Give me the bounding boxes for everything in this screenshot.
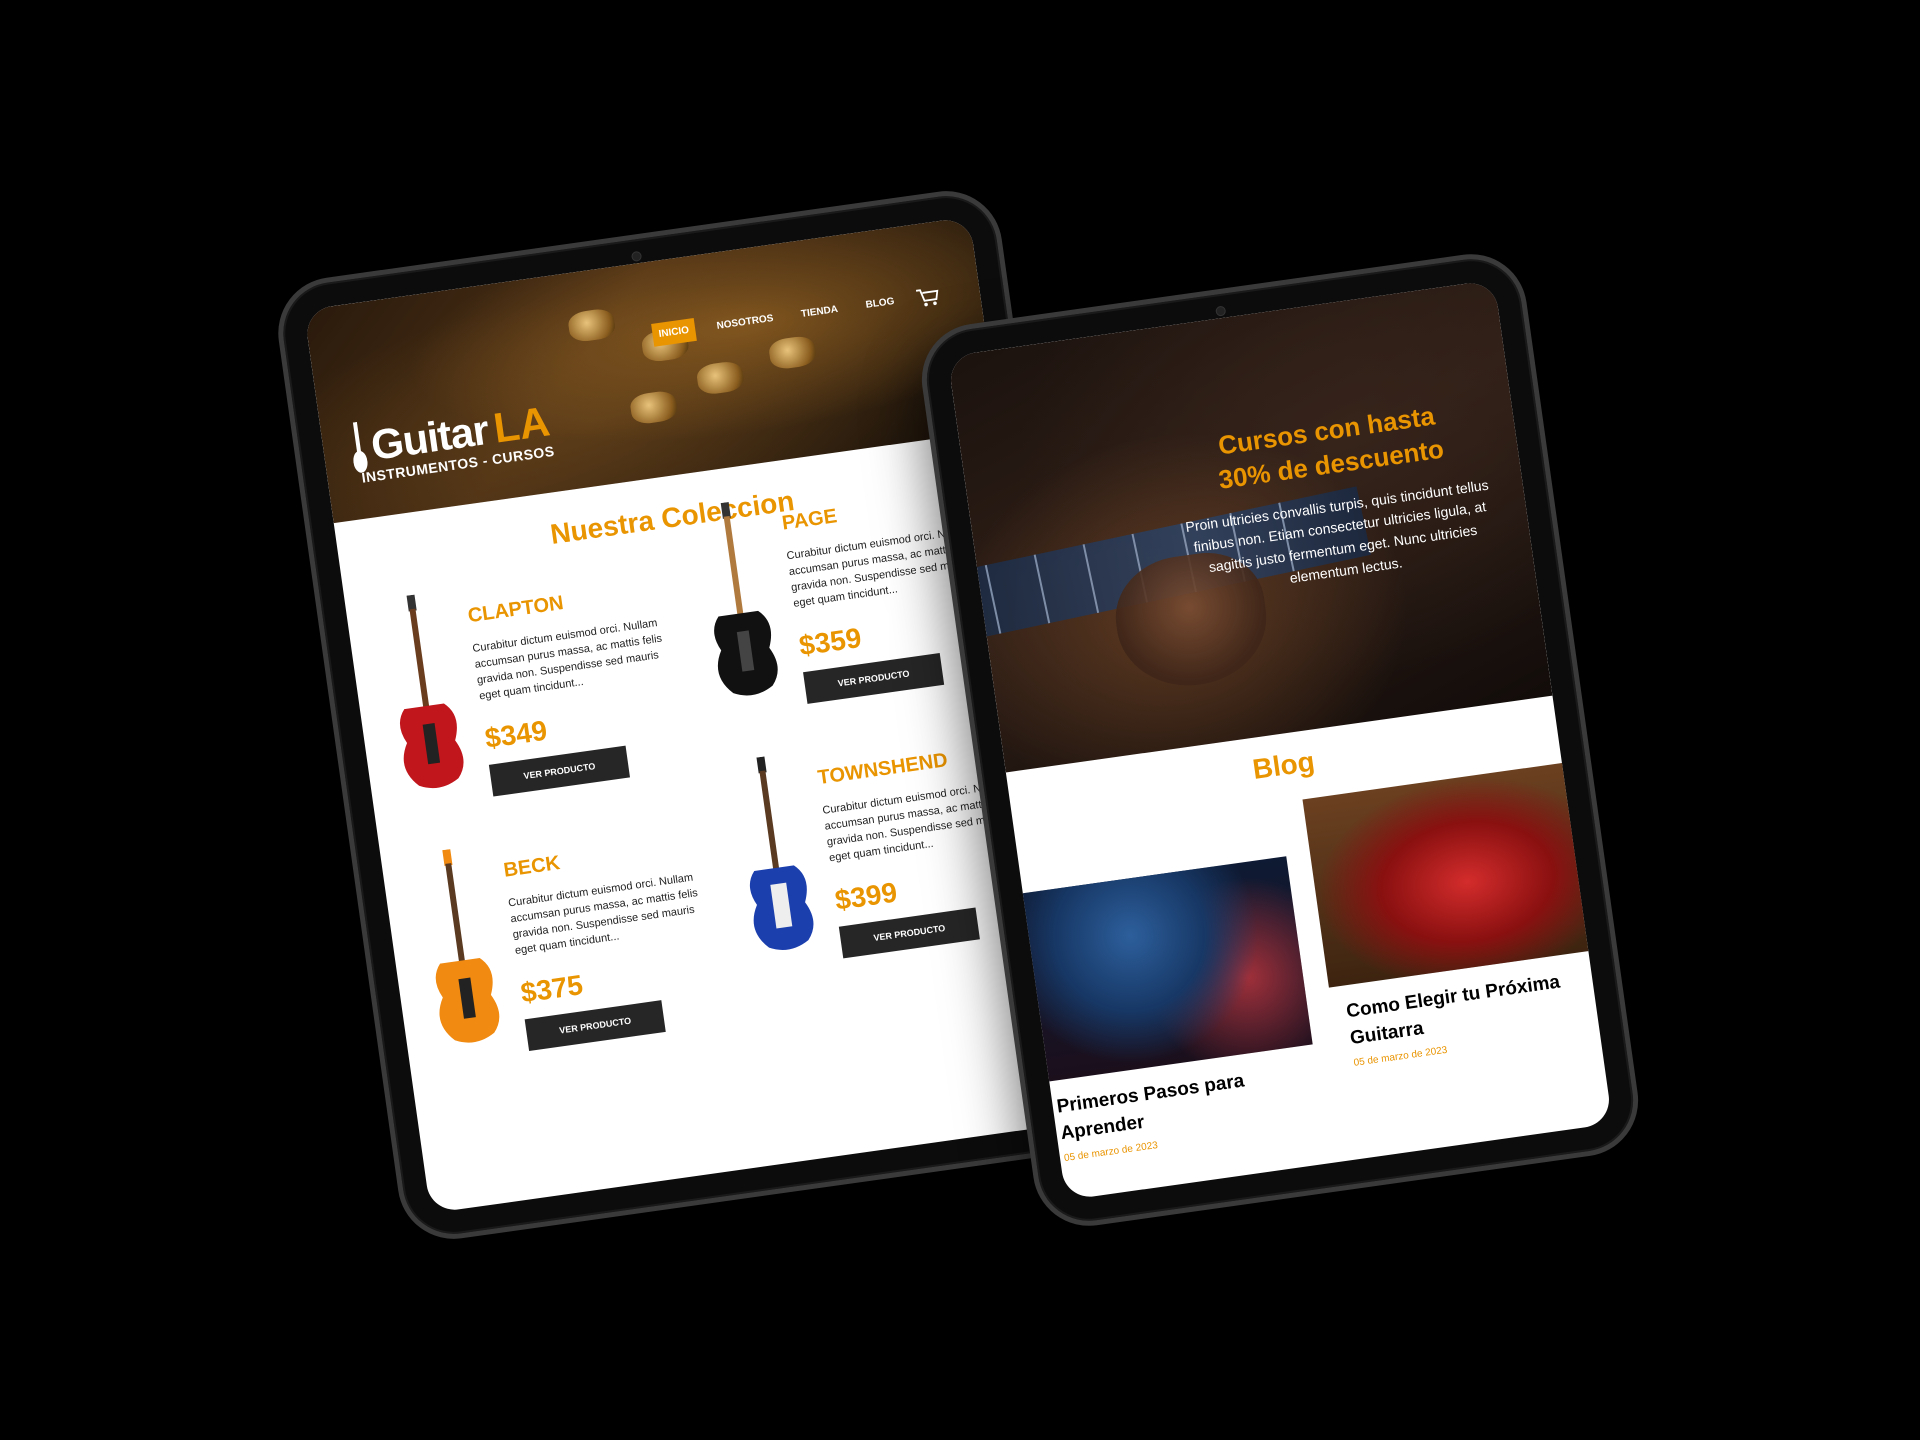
product-description: Curabitur dictum euismod orci. Nullam ac… — [471, 617, 663, 703]
view-product-button[interactable]: VER PRODUCTO — [803, 652, 945, 704]
view-product-button[interactable]: VER PRODUCTO — [524, 999, 666, 1051]
product-description: Curabitur dictum euismod orci. Nullam ac… — [507, 871, 699, 957]
logo[interactable]: Guitar LA INSTRUMENTOS - CURSOS — [348, 395, 556, 486]
guitar-logo-icon — [352, 421, 368, 473]
blog-post-image[interactable] — [1012, 856, 1313, 1083]
view-product-button[interactable]: VER PRODUCTO — [488, 745, 630, 797]
nav-inicio[interactable]: INICIO — [651, 318, 697, 347]
blog-post-image[interactable] — [1302, 761, 1603, 988]
nav-blog[interactable]: BLOG — [858, 289, 902, 317]
tuning-peg-image — [695, 359, 746, 396]
guitar-image — [714, 501, 778, 696]
tuning-peg-image — [628, 389, 679, 426]
product-price: $375 — [518, 968, 585, 1008]
camera-dot — [630, 250, 643, 263]
product-card-clapton: CLAPTON Curabitur dictum euismod orci. N… — [367, 559, 697, 810]
blog-post[interactable]: Como Elegir tu Próxima Guitarra 05 de ma… — [1302, 761, 1612, 1124]
guitar-image — [400, 594, 464, 789]
guitar-image — [435, 848, 500, 1043]
tuning-peg-image — [566, 307, 617, 344]
product-price: $349 — [483, 714, 550, 754]
blog-post[interactable]: Primeros Pasos para Aprender 05 de marzo… — [1012, 856, 1324, 1166]
camera-dot — [1215, 305, 1227, 317]
screen-courses-blog: Cursos con hasta 30% de descuento Proin … — [947, 279, 1613, 1201]
guitar-image — [749, 756, 814, 950]
tuning-peg-image — [767, 334, 818, 371]
product-card-beck: BECK Curabitur dictum euismod orci. Null… — [403, 813, 733, 1064]
hero-text: Cursos con hasta 30% de descuento Proin … — [1161, 392, 1511, 605]
tablet-right: Cursos con hasta 30% de descuento Proin … — [914, 246, 1646, 1234]
view-product-button[interactable]: VER PRODUCTO — [838, 907, 980, 958]
blog-list: Primeros Pasos para Aprender 05 de marzo… — [1005, 761, 1612, 1166]
nav-tienda[interactable]: TIENDA — [794, 297, 846, 327]
nav-nosotros[interactable]: NOSOTROS — [709, 306, 781, 338]
cart-icon[interactable] — [915, 285, 942, 308]
courses-hero: Cursos con hasta 30% de descuento Proin … — [947, 279, 1553, 773]
